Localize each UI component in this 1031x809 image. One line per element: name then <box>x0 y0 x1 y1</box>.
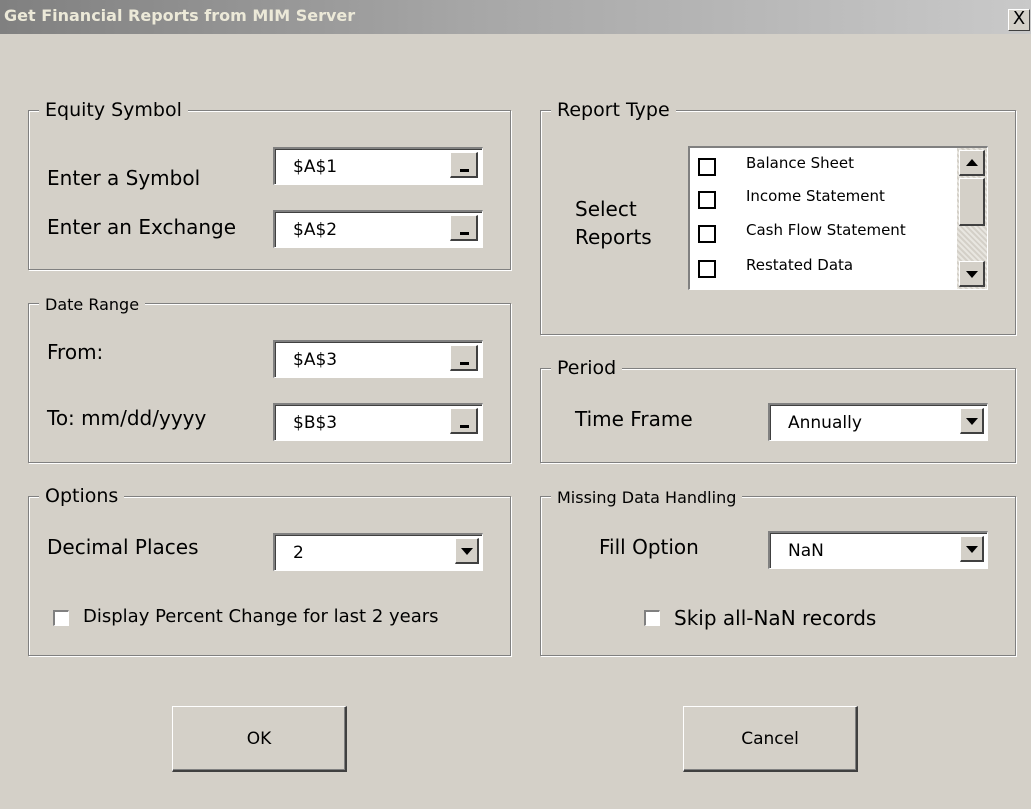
report-item-income-statement[interactable]: Income Statement <box>696 185 946 215</box>
options-legend: Options <box>39 484 125 508</box>
chevron-down-icon <box>966 546 978 553</box>
chevron-down-icon <box>966 418 978 425</box>
select-reports-label-2: Reports <box>575 225 652 249</box>
from-value: $A$3 <box>293 350 338 370</box>
scroll-up-button[interactable] <box>959 150 985 176</box>
report-item-balance-sheet[interactable]: Balance Sheet <box>696 152 946 182</box>
symbol-label: Enter a Symbol <box>47 166 201 190</box>
time-frame-select[interactable]: Annually <box>768 403 988 441</box>
equity-symbol-legend: Equity Symbol <box>39 98 188 122</box>
report-item-label: Restated Data <box>746 256 854 274</box>
report-item-checkbox[interactable] <box>698 260 716 278</box>
ok-button[interactable]: OK <box>172 706 347 772</box>
arrow-up-icon <box>966 159 978 166</box>
range-select-icon <box>460 232 469 235</box>
decimal-places-select[interactable]: 2 <box>273 533 483 571</box>
date-range-group: Date Range From: $A$3 To: mm/dd/yyyy $B$… <box>28 293 511 463</box>
skip-nan-checkbox[interactable] <box>644 610 660 626</box>
ok-button-label: OK <box>246 729 272 749</box>
exchange-value: $A$2 <box>293 220 338 240</box>
close-icon: X <box>1012 8 1026 29</box>
range-select-icon <box>460 169 469 172</box>
date-range-legend: Date Range <box>39 293 146 317</box>
cancel-button-label: Cancel <box>741 729 799 749</box>
missing-data-group: Missing Data Handling Fill Option NaN Sk… <box>540 486 1016 656</box>
equity-symbol-group: Equity Symbol Enter a Symbol $A$1 Enter … <box>28 98 511 270</box>
time-frame-value: Annually <box>788 413 862 433</box>
decimal-places-dropdown-button[interactable] <box>455 538 479 564</box>
from-field[interactable]: $A$3 <box>273 340 483 378</box>
cancel-button[interactable]: Cancel <box>683 706 858 772</box>
report-type-listbox[interactable]: Balance Sheet Income Statement Cash Flow… <box>688 146 988 290</box>
report-list-scrollbar[interactable] <box>957 148 987 289</box>
chevron-down-icon <box>461 548 473 555</box>
report-item-label: Income Statement <box>746 187 885 205</box>
report-item-checkbox[interactable] <box>698 191 716 209</box>
report-item-label: Cash Flow Statement <box>746 221 906 239</box>
title-bar: Get Financial Reports from MIM Server X <box>0 0 1031 34</box>
select-reports-label-1: Select <box>575 197 637 221</box>
missing-data-legend: Missing Data Handling <box>551 486 743 510</box>
skip-nan-label: Skip all-NaN records <box>674 606 877 630</box>
fill-option-dropdown-button[interactable] <box>960 536 984 562</box>
exchange-field[interactable]: $A$2 <box>273 210 483 248</box>
report-item-restated-data[interactable]: Restated Data <box>696 254 946 284</box>
arrow-down-icon <box>966 271 978 278</box>
to-value: $B$3 <box>293 413 338 433</box>
window-title: Get Financial Reports from MIM Server <box>4 6 356 25</box>
options-group: Options Decimal Places 2 Display Percent… <box>28 484 511 656</box>
to-field[interactable]: $B$3 <box>273 403 483 441</box>
fill-option-value: NaN <box>788 541 824 561</box>
period-group: Period Time Frame Annually <box>540 356 1016 463</box>
percent-change-checkbox[interactable] <box>53 610 69 626</box>
report-item-checkbox[interactable] <box>698 225 716 243</box>
close-button[interactable]: X <box>1008 9 1030 31</box>
symbol-field[interactable]: $A$1 <box>273 147 483 185</box>
report-type-group: Report Type Select Reports Balance Sheet… <box>540 98 1016 335</box>
time-frame-dropdown-button[interactable] <box>960 408 984 434</box>
report-item-label: Balance Sheet <box>746 154 854 172</box>
decimal-places-value: 2 <box>293 543 304 563</box>
report-type-legend: Report Type <box>551 98 676 122</box>
range-select-icon <box>460 362 469 365</box>
symbol-range-button[interactable] <box>450 152 478 178</box>
from-range-button[interactable] <box>450 345 478 371</box>
report-item-cash-flow-statement[interactable]: Cash Flow Statement <box>696 219 946 249</box>
fill-option-select[interactable]: NaN <box>768 531 988 569</box>
to-label: To: mm/dd/yyyy <box>47 406 207 430</box>
scroll-thumb[interactable] <box>959 178 985 226</box>
to-range-button[interactable] <box>450 408 478 434</box>
report-item-checkbox[interactable] <box>698 158 716 176</box>
scroll-down-button[interactable] <box>959 261 985 287</box>
fill-option-label: Fill Option <box>599 535 699 559</box>
decimal-places-label: Decimal Places <box>47 535 199 559</box>
time-frame-label: Time Frame <box>575 407 693 431</box>
percent-change-label: Display Percent Change for last 2 years <box>83 606 439 627</box>
symbol-value: $A$1 <box>293 157 338 177</box>
from-label: From: <box>47 340 104 364</box>
exchange-label: Enter an Exchange <box>47 215 237 239</box>
exchange-range-button[interactable] <box>450 215 478 241</box>
range-select-icon <box>460 425 469 428</box>
period-legend: Period <box>551 356 623 380</box>
